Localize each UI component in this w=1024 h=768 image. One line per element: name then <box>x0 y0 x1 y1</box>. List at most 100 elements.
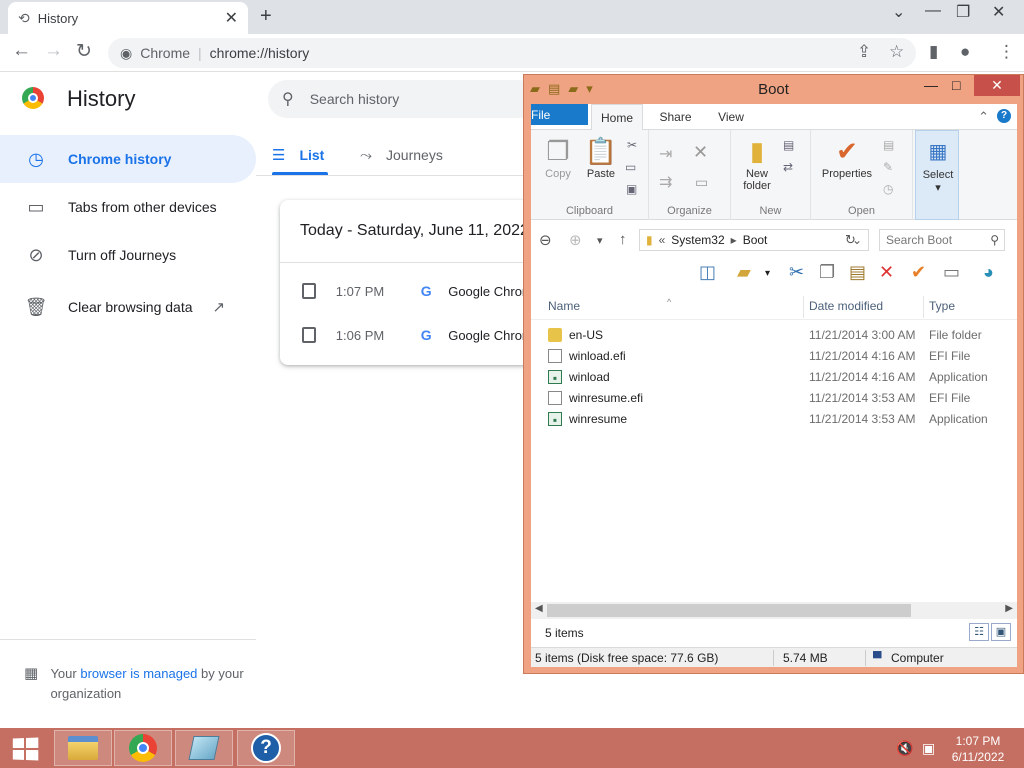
select-button[interactable]: ▦ Select ▾ <box>918 135 958 194</box>
taskbar-app[interactable] <box>175 730 233 766</box>
reload-icon[interactable]: ↻ <box>76 40 92 63</box>
ribbon-tab-home[interactable]: Home <box>591 104 643 131</box>
large-icons-view-icon[interactable]: ▣ <box>991 623 1011 641</box>
history-icon[interactable]: ◷ <box>883 182 893 196</box>
globe-icon[interactable]: ◕ <box>983 262 994 283</box>
breadcrumb-overflow[interactable]: « <box>659 233 666 247</box>
ribbon-tab-share[interactable]: Share <box>653 104 698 130</box>
sidebar-item-clear-browsing-data[interactable]: 🗑 Clear browsing data ↗ <box>0 283 256 331</box>
close-window-icon[interactable]: ✕ <box>974 75 1020 96</box>
breadcrumb[interactable]: ▮ « System32 ▸ Boot ⌄ <box>639 229 869 251</box>
file-row-winload[interactable]: ▪ winload 11/21/2014 4:16 AM Application <box>531 366 1017 387</box>
paste-icon[interactable]: ▤ <box>849 262 866 283</box>
minimize-icon[interactable]: — <box>924 77 938 93</box>
column-separator[interactable] <box>803 296 804 318</box>
menu-kebab-icon[interactable]: ⋮ <box>998 42 1015 62</box>
delete-icon[interactable]: ✕ <box>693 142 708 163</box>
folder-options-icon[interactable]: ▰ <box>737 262 751 283</box>
new-tab-icon[interactable]: + <box>260 5 272 28</box>
cut-icon[interactable]: ✂ <box>789 262 804 283</box>
address-bar[interactable]: ◉ Chrome | chrome://history <box>108 38 916 68</box>
share-icon[interactable]: ⇪ <box>857 42 871 62</box>
properties-button[interactable]: ✔ Properties <box>817 134 877 180</box>
scroll-right-icon[interactable]: ▶ <box>1005 603 1013 614</box>
tab-history[interactable]: ⟲ History ✕ <box>8 2 248 34</box>
column-name[interactable]: Name <box>548 299 580 313</box>
refresh-icon[interactable]: ↻ <box>845 232 856 248</box>
back-icon[interactable]: ← <box>12 40 31 62</box>
taskbar-help[interactable]: ? <box>237 730 295 766</box>
start-windows-icon[interactable] <box>12 737 39 761</box>
collapse-ribbon-icon[interactable]: ⌃ <box>978 109 989 125</box>
preview-pane-icon[interactable]: ◫ <box>699 262 716 283</box>
tab-search-icon[interactable]: ⌄ <box>892 2 905 22</box>
properties-check-icon[interactable]: ✔ <box>911 262 926 283</box>
column-type[interactable]: Type <box>929 299 955 313</box>
scroll-left-icon[interactable]: ◀ <box>535 603 543 614</box>
taskbar-file-explorer[interactable] <box>54 730 112 766</box>
close-window-icon[interactable]: ✕ <box>992 2 1005 22</box>
side-panel-icon[interactable]: ▮ <box>929 42 938 62</box>
entry-checkbox[interactable] <box>302 327 316 343</box>
sidebar-item-turn-off-journeys[interactable]: ⊘ Turn off Journeys <box>0 231 256 279</box>
bookmark-star-icon[interactable]: ☆ <box>889 42 904 62</box>
rename-icon[interactable]: ▭ <box>943 262 960 283</box>
recent-locations-icon[interactable]: ▾ <box>597 234 603 247</box>
copy-to-icon[interactable]: ⇉ <box>659 172 672 192</box>
breadcrumb-item[interactable]: System32 <box>671 233 724 247</box>
cut-icon[interactable]: ✂ <box>627 138 637 152</box>
entry-checkbox[interactable] <box>302 283 316 299</box>
paste-button[interactable]: 📋 Paste <box>581 134 621 180</box>
file-row-winresume[interactable]: ▪ winresume 11/21/2014 3:53 AM Applicati… <box>531 408 1017 429</box>
maximize-icon[interactable]: □ <box>952 77 960 93</box>
search-input[interactable]: Search Boot ⚲ <box>879 229 1005 251</box>
ribbon-tab-file[interactable]: File <box>531 104 588 125</box>
search-history-input[interactable]: ⚲ Search history <box>268 80 538 118</box>
close-tab-icon[interactable]: ✕ <box>225 8 238 28</box>
column-date-modified[interactable]: Date modified <box>809 299 883 313</box>
restore-icon[interactable]: ❐ <box>956 2 970 22</box>
network-icon[interactable]: ▣ <box>922 740 935 757</box>
forward-icon[interactable]: → <box>44 40 63 62</box>
new-folder-button[interactable]: ▮ New folder <box>735 134 779 192</box>
help-icon[interactable]: ? <box>997 109 1011 123</box>
volume-muted-icon[interactable]: 🔇 <box>896 740 913 757</box>
rename-icon[interactable]: ▭ <box>695 174 708 191</box>
clock[interactable]: 1:07 PM 6/11/2022 <box>950 733 1006 765</box>
chevron-down-icon[interactable]: ▾ <box>765 268 770 279</box>
new-item-icon[interactable]: ▤ <box>783 138 794 152</box>
easy-access-icon[interactable]: ⇄ <box>783 160 793 174</box>
column-separator[interactable] <box>923 296 924 318</box>
breadcrumb-item[interactable]: Boot <box>743 233 768 247</box>
horizontal-scrollbar[interactable]: ◀ ▶ <box>531 602 1017 619</box>
sidebar-item-other-devices[interactable]: ▭ Tabs from other devices <box>0 183 256 231</box>
copy-icon[interactable]: ❐ <box>819 262 835 283</box>
copy-path-icon[interactable]: ▭ <box>625 160 636 174</box>
history-entry[interactable]: 1:07 PM G Google Chrome <box>280 269 540 313</box>
tab-journeys[interactable]: ⤳ Journeys <box>360 135 443 175</box>
back-icon[interactable]: ⊖ <box>539 231 552 249</box>
delete-icon[interactable]: ✕ <box>879 262 894 283</box>
chevron-right-icon[interactable]: ▸ <box>731 233 737 247</box>
open-icon[interactable]: ▤ <box>883 138 894 152</box>
paste-shortcut-icon[interactable]: ▣ <box>626 182 637 196</box>
copy-button[interactable]: ❐ Copy <box>539 134 577 180</box>
ribbon-tab-view[interactable]: View <box>711 104 751 130</box>
move-to-icon[interactable]: ⇥ <box>659 144 672 164</box>
sidebar-item-chrome-history[interactable]: ◷ Chrome history <box>0 135 256 183</box>
file-row-winresume-efi[interactable]: winresume.efi 11/21/2014 3:53 AM EFI Fil… <box>531 387 1017 408</box>
file-row-en-us[interactable]: en-US 11/21/2014 3:00 AM File folder <box>531 324 1017 345</box>
file-row-winload-efi[interactable]: winload.efi 11/21/2014 4:16 AM EFI File <box>531 345 1017 366</box>
managed-link[interactable]: browser is managed <box>80 666 197 681</box>
history-entry[interactable]: 1:06 PM G Google Chrome <box>280 313 540 357</box>
up-icon[interactable]: ↑ <box>619 231 627 248</box>
forward-icon[interactable]: ⊕ <box>569 231 582 249</box>
explorer-titlebar[interactable]: ▰ ▤ ▰ ▾ Boot — □ ✕ <box>524 75 1023 103</box>
details-view-icon[interactable]: ☷ <box>969 623 989 641</box>
taskbar-chrome[interactable] <box>114 730 172 766</box>
tab-list[interactable]: ☰ List <box>272 135 329 175</box>
profile-avatar-icon[interactable]: ● <box>960 42 970 62</box>
scrollbar-thumb[interactable] <box>547 604 911 617</box>
minimize-icon[interactable]: — <box>925 2 941 20</box>
edit-icon[interactable]: ✎ <box>883 160 893 174</box>
